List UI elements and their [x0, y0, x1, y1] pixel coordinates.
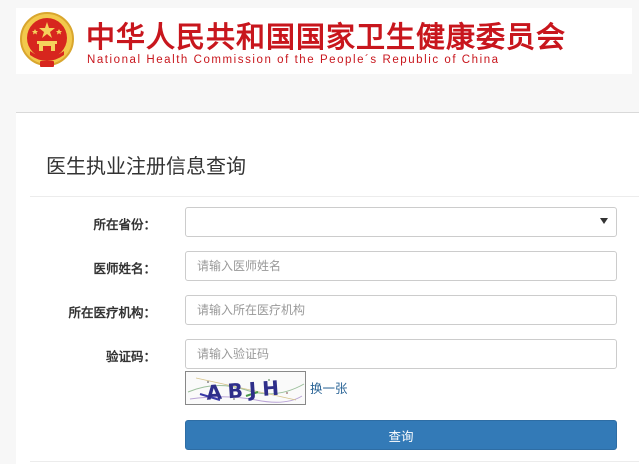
bottom-divider	[30, 461, 639, 462]
page-title: 医生执业注册信息查询	[46, 154, 246, 178]
refresh-captcha-link[interactable]: 换一张	[310, 378, 348, 397]
doctor-name-label: 医师姓名：	[93, 261, 156, 276]
query-button[interactable]: 查询	[185, 420, 617, 450]
site-header: 中华人民共和国国家卫生健康委员会 National Health Commiss…	[16, 8, 632, 74]
province-select[interactable]	[185, 207, 617, 237]
captcha-input[interactable]	[185, 339, 617, 369]
institution-input[interactable]	[185, 295, 617, 325]
site-title-english: National Health Commission of the People…	[87, 54, 500, 66]
captcha-text: ABJH	[205, 375, 285, 404]
national-emblem-icon	[20, 12, 74, 67]
dropdown-arrow-icon	[600, 218, 608, 224]
captcha-label: 验证码：	[105, 349, 156, 364]
province-label: 所在省份：	[93, 217, 156, 232]
query-panel: 医生执业注册信息查询 所在省份： 医师姓名： 所在医疗机构： 验证码： ABJH…	[16, 113, 639, 464]
site-title-chinese: 中华人民共和国国家卫生健康委员会	[86, 20, 567, 54]
doctor-name-input[interactable]	[185, 251, 617, 281]
title-divider	[30, 196, 639, 197]
captcha-image[interactable]: ABJH	[185, 371, 306, 405]
institution-label: 所在医疗机构：	[68, 305, 156, 320]
